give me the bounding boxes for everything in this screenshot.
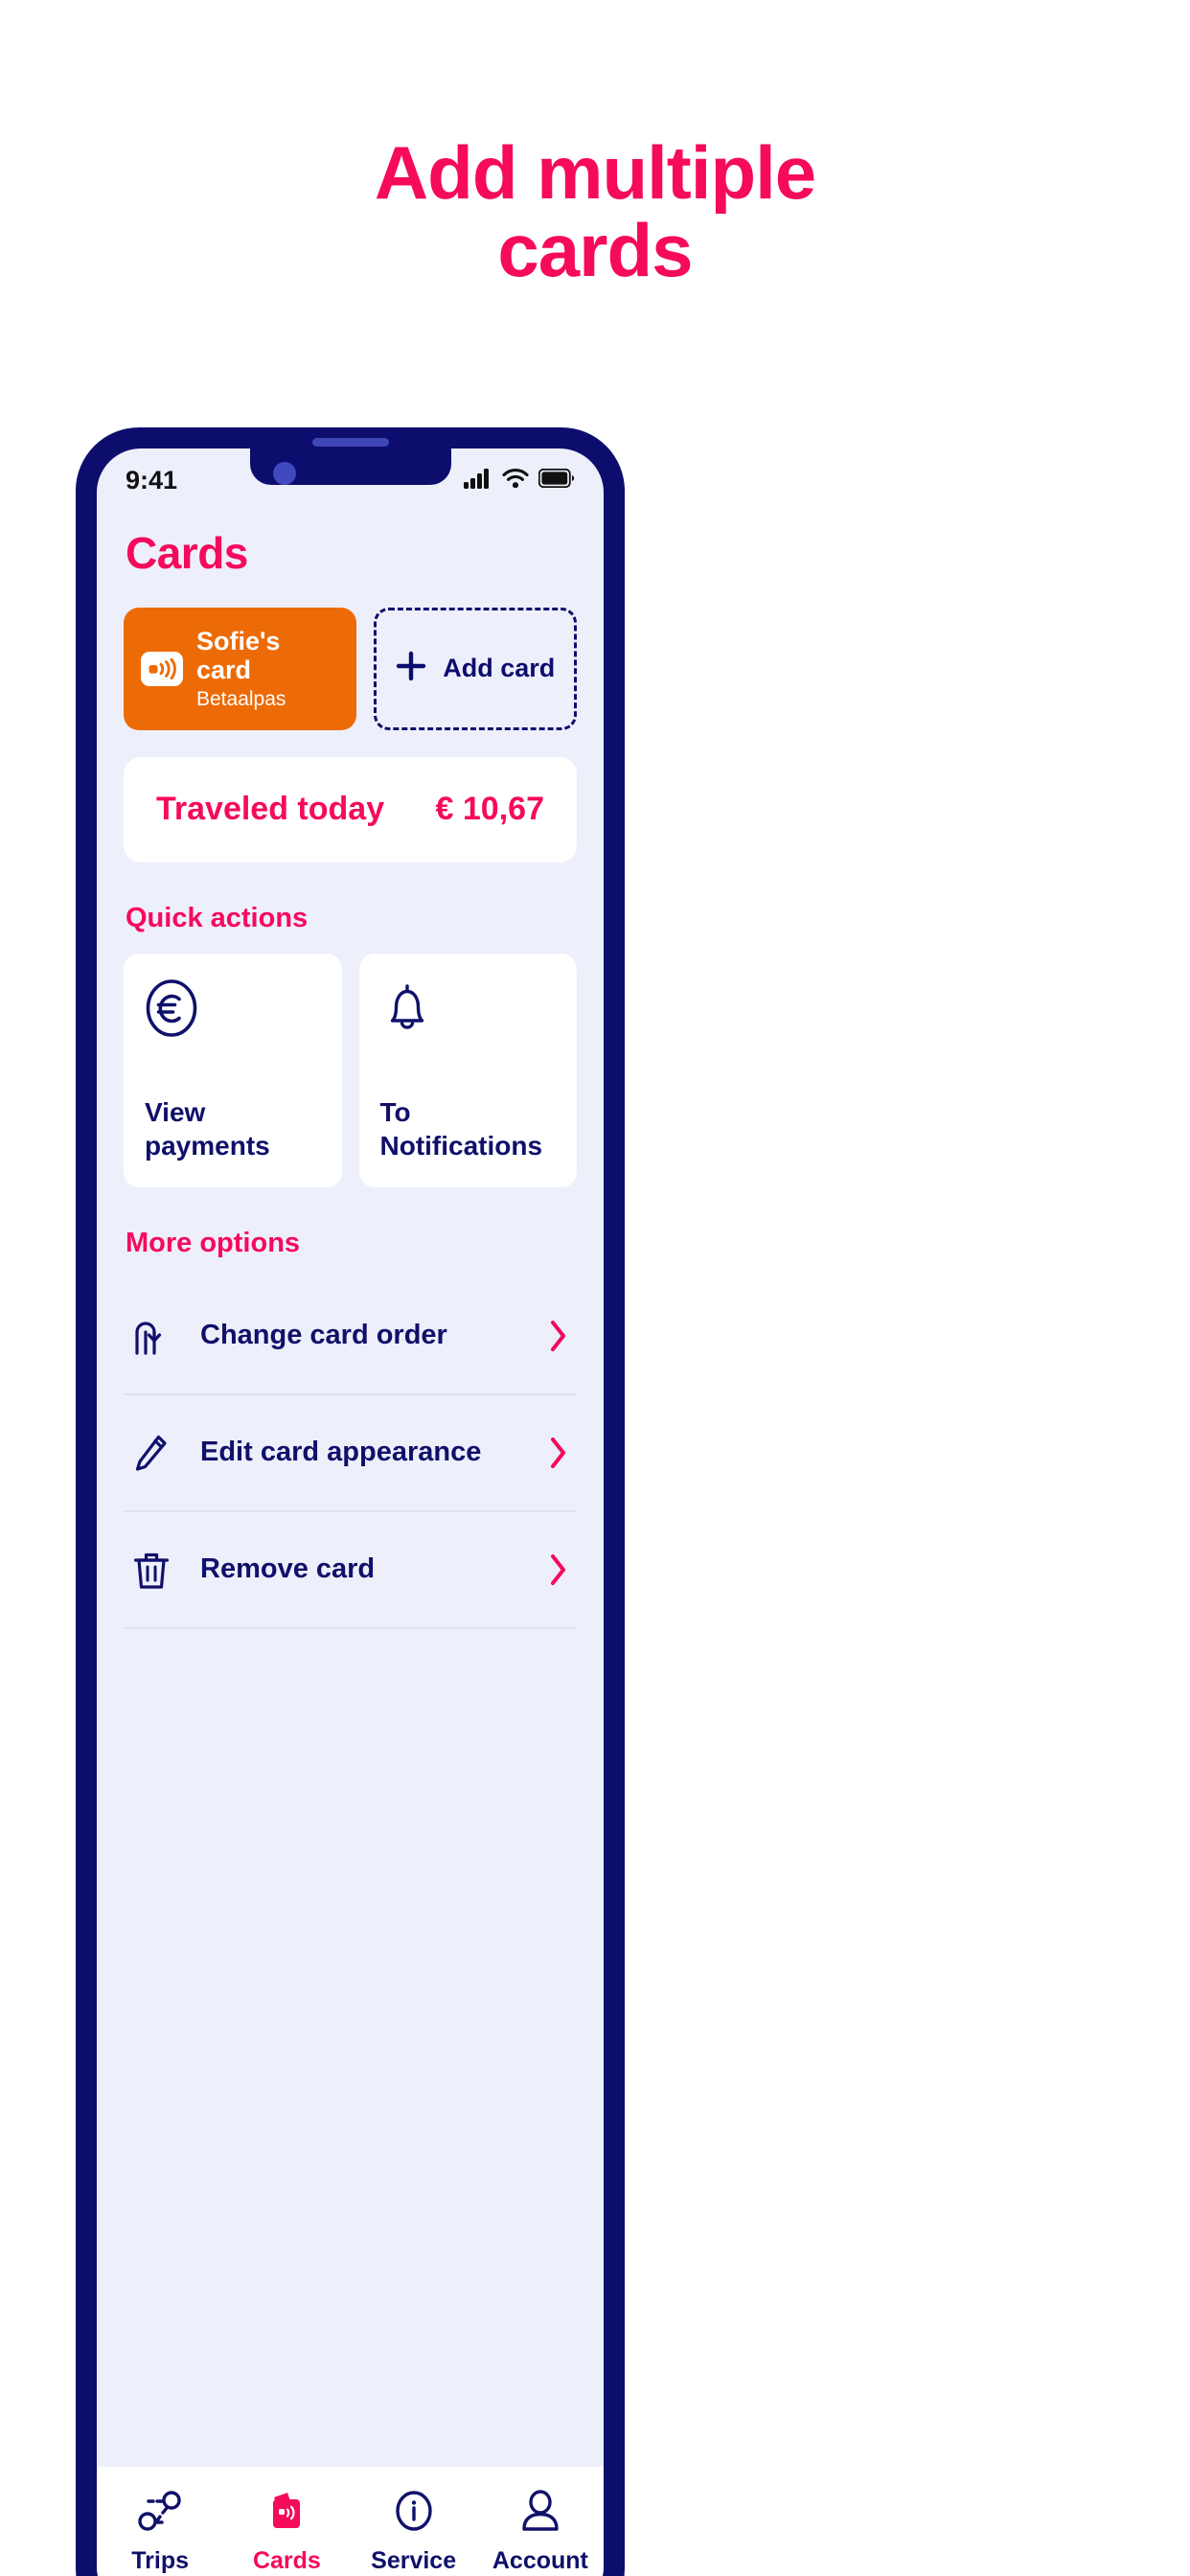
- battery-full-icon: [538, 468, 575, 493]
- pencil-icon: [126, 1428, 177, 1478]
- more-options-list: Change card order Edit card appearance R…: [124, 1278, 577, 1629]
- promo-headline: Add multiple cards: [0, 130, 1190, 293]
- traveled-today-label: Traveled today: [156, 791, 385, 828]
- screen-content: Cards Sofie's card Betaalpas Add card Tr…: [97, 502, 604, 2467]
- quick-action-view-payments-label: View payments: [145, 1095, 321, 1162]
- option-label: Remove card: [200, 1553, 376, 1585]
- chevron-right-icon: [548, 1552, 569, 1587]
- quick-action-to-notifications-label: To Notifications: [380, 1095, 557, 1162]
- traveled-today-value: € 10,67: [435, 791, 544, 828]
- option-label: Change card order: [200, 1320, 447, 1351]
- info-circle-icon: [389, 2486, 439, 2536]
- option-row-edit-card-appearance[interactable]: Edit card appearance: [124, 1395, 577, 1512]
- bell-icon: [380, 978, 557, 1043]
- page-title: Cards: [126, 528, 248, 578]
- option-row-change-card-order[interactable]: Change card order: [124, 1278, 577, 1395]
- euro-circle-icon: [145, 978, 321, 1043]
- reorder-cards-icon: [126, 1311, 177, 1361]
- card-subtitle: Betaalpas: [196, 688, 286, 711]
- cellular-signal-icon: [464, 468, 492, 494]
- quick-action-label-line-2: Notifications: [379, 1130, 543, 1161]
- card-tile-texts: Sofie's card Betaalpas: [196, 627, 339, 711]
- more-options-heading: More options: [126, 1227, 301, 1258]
- option-label: Edit card appearance: [200, 1437, 482, 1468]
- quick-action-view-payments[interactable]: View payments: [124, 953, 342, 1187]
- trash-icon: [126, 1545, 177, 1595]
- tab-cards[interactable]: Cards: [223, 2486, 350, 2575]
- promo-headline-line-2: cards: [497, 208, 693, 293]
- wifi-icon: [502, 468, 529, 494]
- traveled-today-card[interactable]: Traveled today € 10,67: [124, 756, 577, 862]
- add-card-button[interactable]: Add card: [373, 608, 577, 730]
- promo-headline-line-1: Add multiple: [374, 130, 816, 215]
- route-trips-icon: [135, 2486, 185, 2536]
- tab-account[interactable]: Account: [477, 2486, 604, 2575]
- status-bar: 9:41: [97, 448, 604, 502]
- phone-screen: 9:41 Cards Sofie's card Betaalpas Add ca…: [97, 448, 604, 2576]
- option-row-remove-card[interactable]: Remove card: [124, 1512, 577, 1629]
- promo-page: Add multiple cards 9:41 Cards Sofie's ca…: [0, 0, 1190, 2576]
- chevron-right-icon: [548, 1436, 569, 1470]
- status-time: 9:41: [126, 465, 178, 494]
- quick-action-to-notifications[interactable]: To Notifications: [358, 953, 577, 1187]
- person-account-icon: [515, 2486, 565, 2536]
- tab-label: Trips: [131, 2547, 189, 2574]
- cards-stack-icon: [262, 2486, 311, 2536]
- quick-action-label-line-2: payments: [145, 1130, 270, 1161]
- status-indicators: [464, 468, 575, 494]
- tab-trips[interactable]: Trips: [97, 2486, 223, 2575]
- tab-label: Service: [371, 2547, 457, 2574]
- tab-label: Cards: [252, 2547, 321, 2574]
- quick-actions-heading: Quick actions: [126, 902, 309, 933]
- phone-mockup: 9:41 Cards Sofie's card Betaalpas Add ca…: [76, 427, 625, 2576]
- tab-label: Account: [492, 2547, 588, 2574]
- chevron-right-icon: [548, 1319, 569, 1353]
- card-tile-sofies-card[interactable]: Sofie's card Betaalpas: [124, 608, 356, 730]
- quick-actions-grid: View payments To Notifications: [124, 953, 577, 1187]
- phone-speaker-bar: [311, 438, 389, 447]
- add-card-label: Add card: [443, 654, 556, 683]
- card-row: Sofie's card Betaalpas Add card: [124, 608, 577, 730]
- contactless-nfc-icon: [141, 651, 183, 686]
- quick-action-label-line-1: View: [145, 1096, 206, 1127]
- card-name: Sofie's card: [196, 627, 281, 685]
- tab-service[interactable]: Service: [351, 2486, 477, 2575]
- bottom-tab-bar: Trips Cards Service Account: [97, 2467, 604, 2576]
- quick-action-label-line-1: To: [379, 1096, 411, 1127]
- plus-icon: [395, 650, 427, 687]
